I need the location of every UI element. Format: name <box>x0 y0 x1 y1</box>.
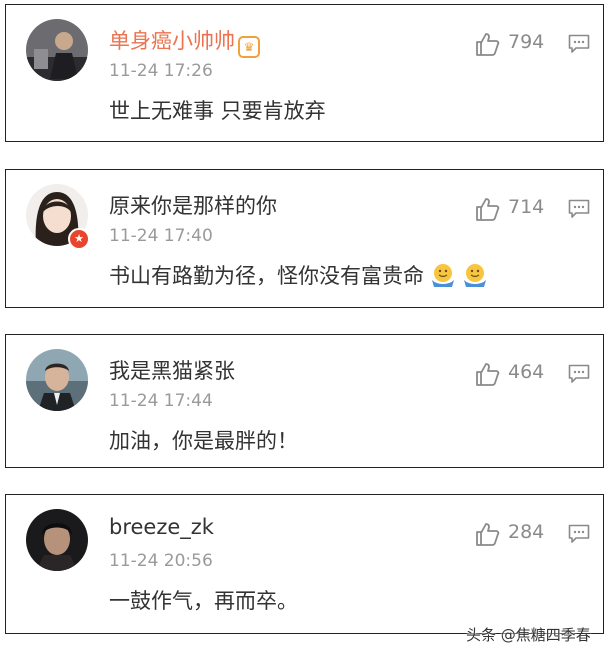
comment-text: 一鼓作气，再而卒。 <box>109 589 298 613</box>
thumbs-up-icon[interactable] <box>474 196 500 222</box>
comment-card: 单身癌小帅帅 ♛ 11-24 17:26 世上无难事 只要肯放弃 794 <box>5 4 604 142</box>
comment-text: 加油，你是最胖的！ <box>109 429 298 453</box>
comment-text: 世上无难事 只要肯放弃 <box>109 99 326 123</box>
comment-icon[interactable] <box>568 524 590 544</box>
comment-time: 11-24 20:56 <box>109 551 213 571</box>
watermark: 头条 @焦糖四季春 <box>466 626 591 644</box>
like-count[interactable]: 714 <box>508 196 544 218</box>
avatar[interactable] <box>26 509 88 571</box>
vip-crown-icon: ♛ <box>238 36 260 58</box>
username[interactable]: 单身癌小帅帅 ♛ <box>109 25 260 58</box>
avatar[interactable] <box>26 19 88 81</box>
username[interactable]: 原来你是那样的你 <box>109 190 277 220</box>
shrug-emoji-icon <box>464 264 486 287</box>
comment-time: 11-24 17:26 <box>109 61 213 81</box>
shrug-emoji-icon <box>432 264 454 287</box>
comment-icon[interactable] <box>568 199 590 219</box>
comment-icon[interactable] <box>568 364 590 384</box>
like-count[interactable]: 284 <box>508 521 544 543</box>
comment-text-content: 书山有路勤为径，怪你没有富贵命 <box>109 264 424 288</box>
comment-card: breeze_zk 11-24 20:56 一鼓作气，再而卒。 284 <box>5 494 604 634</box>
thumbs-up-icon[interactable] <box>474 361 500 387</box>
comment-text: 书山有路勤为径，怪你没有富贵命 <box>109 260 488 290</box>
username-text[interactable]: 单身癌小帅帅 <box>109 29 235 53</box>
comment-card: ★ 原来你是那样的你 11-24 17:40 书山有路勤为径，怪你没有富贵命 7… <box>5 169 604 308</box>
comment-time: 11-24 17:44 <box>109 391 213 411</box>
comment-icon[interactable] <box>568 34 590 54</box>
verified-badge-icon: ★ <box>68 228 90 250</box>
comment-card: 我是黑猫紧张 11-24 17:44 加油，你是最胖的！ 464 <box>5 334 604 468</box>
username[interactable]: breeze_zk <box>109 515 214 539</box>
like-count[interactable]: 794 <box>508 31 544 53</box>
comment-time: 11-24 17:40 <box>109 226 213 246</box>
username[interactable]: 我是黑猫紧张 <box>109 355 235 385</box>
like-count[interactable]: 464 <box>508 361 544 383</box>
thumbs-up-icon[interactable] <box>474 31 500 57</box>
avatar[interactable] <box>26 349 88 411</box>
thumbs-up-icon[interactable] <box>474 521 500 547</box>
